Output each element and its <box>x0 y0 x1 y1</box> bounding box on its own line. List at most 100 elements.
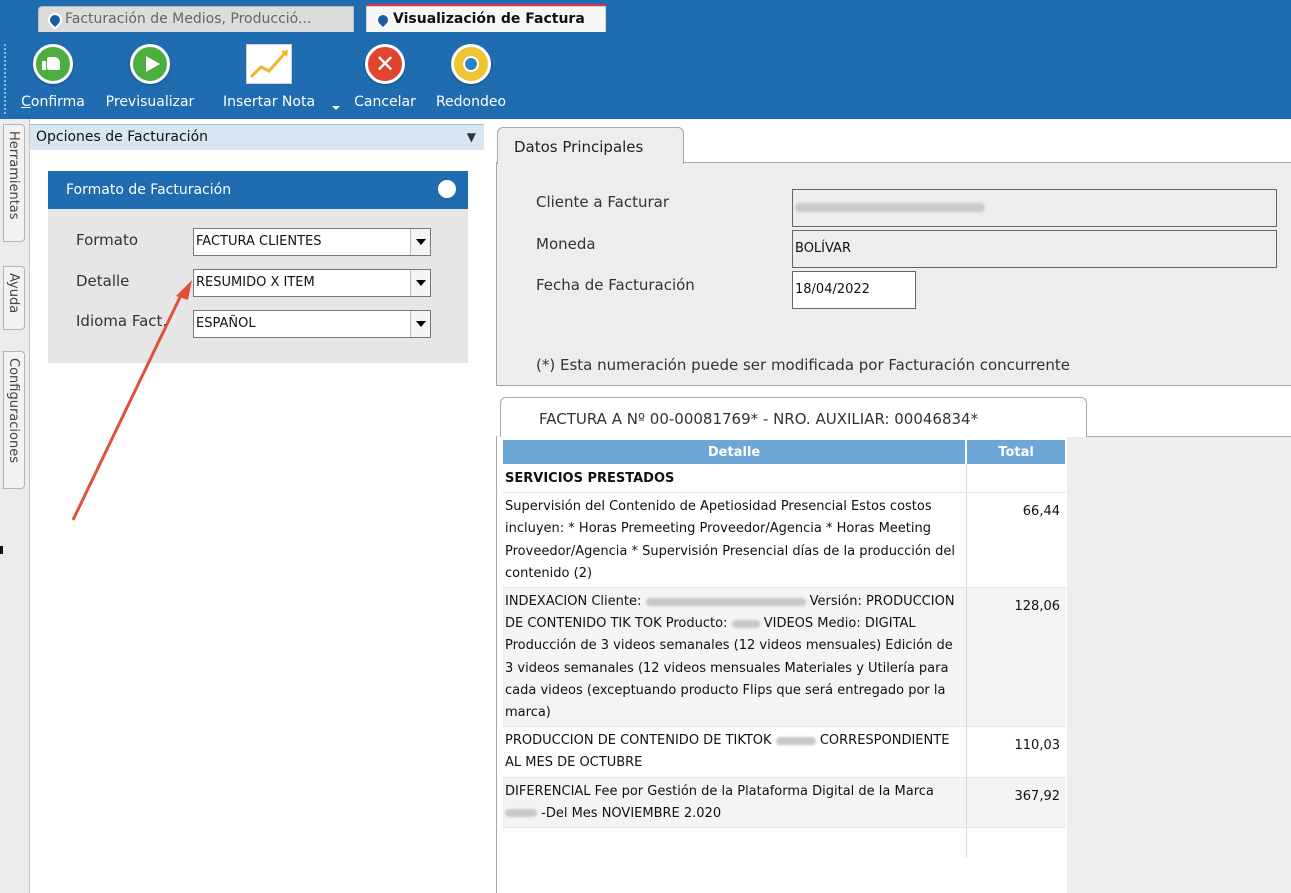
detail-cell: PRODUCCION DE CONTENIDO DE TIKTOK CORRES… <box>503 726 967 778</box>
tab-facturacion-medios[interactable]: Facturación de Medios, Producció... <box>38 6 354 32</box>
formato-value: FACTURA CLIENTES <box>196 234 322 249</box>
cancelar-button[interactable]: ✕ Cancelar <box>350 44 420 110</box>
thumbs-up-icon <box>33 44 73 84</box>
section-row: SERVICIOS PRESTADOS <box>503 464 1066 494</box>
total-cell: 66,44 <box>965 492 1066 589</box>
detail-text: DIFERENCIAL Fee por Gestión de la Plataf… <box>505 783 934 799</box>
invoice-empty-area <box>1067 437 1291 893</box>
detail-cell <box>503 827 967 858</box>
side-tab-label: Herramientas <box>6 131 21 220</box>
chevron-down-icon[interactable] <box>410 270 430 296</box>
tab-label: FACTURA A Nº 00-00081769* - NRO. AUXILIA… <box>539 410 979 428</box>
chevron-down-icon[interactable] <box>410 229 430 255</box>
detail-cell: INDEXACION Cliente: Versión: PRODUCCION … <box>503 587 967 728</box>
side-tab-label: Ayuda <box>6 273 21 314</box>
redacted-text <box>645 597 806 606</box>
document-tab-strip: Facturación de Medios, Producció... Visu… <box>0 0 1291 33</box>
side-tab-label: Configuraciones <box>6 358 21 463</box>
idioma-select[interactable]: ESPAÑOL <box>193 310 431 338</box>
trend-chart-icon <box>246 44 292 84</box>
total-cell: 110,03 <box>965 726 1066 778</box>
collapse-toggle-icon[interactable] <box>438 180 456 198</box>
previsualizar-label: Previsualizar <box>105 94 195 110</box>
idioma-value: ESPAÑOL <box>196 316 256 331</box>
insertar-nota-button[interactable]: Insertar Nota <box>223 44 315 110</box>
tab-visualizacion-factura[interactable]: Visualización de Factura <box>366 6 606 32</box>
divider <box>496 436 502 893</box>
detail-text: PRODUCCION DE CONTENIDO DE TIKTOK <box>505 733 772 749</box>
cliente-label: Cliente a Facturar <box>536 193 669 211</box>
tab-label: Visualización de Factura <box>393 11 585 27</box>
coins-icon <box>451 44 491 84</box>
formato-label: Formato <box>76 231 139 249</box>
detalle-value: RESUMIDO X ITEM <box>196 275 315 290</box>
cliente-field[interactable] <box>792 189 1277 227</box>
table-row[interactable]: INDEXACION Cliente: Versión: PRODUCCION … <box>503 587 1066 728</box>
total-cell: 128,06 <box>965 587 1066 728</box>
column-header-total[interactable]: Total <box>966 440 1067 464</box>
formato-facturacion-group: Formato de Facturación Formato FACTURA C… <box>48 171 468 363</box>
side-tab-strip: Herramientas Ayuda Configuraciones <box>0 119 30 893</box>
chevron-down-icon[interactable] <box>410 311 430 337</box>
tab-datos-principales[interactable]: Datos Principales <box>497 127 684 164</box>
opciones-facturacion-panel: Opciones de Facturación ▼ Formato de Fac… <box>30 119 484 893</box>
edge-mark <box>0 546 3 554</box>
tab-label: Facturación de Medios, Producció... <box>65 11 312 27</box>
location-pin-icon <box>373 10 393 30</box>
panel-header: Opciones de Facturación ▼ <box>30 124 484 150</box>
table-row <box>503 827 1066 858</box>
previsualizar-button[interactable]: Previsualizar <box>106 44 194 110</box>
numeracion-note: (*) Esta numeración puede ser modificada… <box>536 356 1070 374</box>
table-header-row: Detalle Total <box>503 440 1067 464</box>
redacted-text <box>731 619 760 628</box>
fecha-field[interactable]: 18/04/2022 <box>792 271 916 309</box>
invoice-table: Detalle Total SERVICIOS PRESTADOS Superv… <box>503 440 1067 858</box>
detail-cell: DIFERENCIAL Fee por Gestión de la Plataf… <box>503 777 967 829</box>
side-tab-configuraciones[interactable]: Configuraciones <box>3 351 25 489</box>
play-icon <box>130 44 170 84</box>
detail-text: -Del Mes NOVIEMBRE 2.020 <box>541 805 722 821</box>
insertar-nota-dropdown-icon[interactable] <box>332 106 340 110</box>
side-tab-ayuda[interactable]: Ayuda <box>3 266 25 330</box>
total-cell: 367,92 <box>965 777 1066 829</box>
formato-select[interactable]: FACTURA CLIENTES <box>193 228 431 256</box>
group-title: Formato de Facturación <box>66 182 232 198</box>
datos-principales-panel: Cliente a Facturar Moneda BOLÍVAR Fecha … <box>496 162 1291 386</box>
redondeo-label: Redondeo <box>435 94 507 110</box>
close-icon: ✕ <box>365 44 405 84</box>
section-total-cell <box>965 464 1066 494</box>
moneda-label: Moneda <box>536 235 596 253</box>
redacted-text <box>505 809 537 818</box>
location-pin-icon <box>45 10 65 30</box>
table-row[interactable]: Supervisión del Contenido de Apetiosidad… <box>503 492 1066 589</box>
redacted-client-name <box>795 203 985 212</box>
total-cell <box>965 827 1066 858</box>
insertar-nota-label: Insertar Nota <box>222 94 316 110</box>
moneda-field[interactable]: BOLÍVAR <box>792 230 1277 268</box>
ribbon-toolbar: Confirma Previsualizar Insertar Nota ✕ C… <box>0 33 1291 119</box>
tab-factura[interactable]: FACTURA A Nº 00-00081769* - NRO. AUXILIA… <box>500 397 1087 437</box>
cancelar-label: Cancelar <box>354 94 416 110</box>
idioma-label: Idioma Fact. <box>76 312 168 330</box>
confirma-button[interactable]: Confirma <box>21 44 85 110</box>
section-title: SERVICIOS PRESTADOS <box>503 464 967 494</box>
detalle-select[interactable]: RESUMIDO X ITEM <box>193 269 431 297</box>
side-tab-herramientas[interactable]: Herramientas <box>3 124 25 242</box>
group-header[interactable]: Formato de Facturación <box>48 171 468 209</box>
fecha-value: 18/04/2022 <box>795 282 870 297</box>
toolbar-grip[interactable] <box>4 44 7 114</box>
column-header-detalle[interactable]: Detalle <box>503 440 968 464</box>
redondeo-button[interactable]: Redondeo <box>434 44 508 110</box>
tab-label: Datos Principales <box>514 138 644 156</box>
detail-text: VIDEOS Medio: DIGITAL Producción de 3 vi… <box>505 616 953 721</box>
detail-cell: Supervisión del Contenido de Apetiosidad… <box>503 492 967 589</box>
confirma-label: Confirma <box>21 94 85 110</box>
table-row[interactable]: DIFERENCIAL Fee por Gestión de la Plataf… <box>503 777 1066 829</box>
redacted-text <box>775 736 816 745</box>
moneda-value: BOLÍVAR <box>795 241 851 256</box>
fecha-label: Fecha de Facturación <box>536 276 695 294</box>
detail-text: INDEXACION Cliente: <box>505 594 642 610</box>
detalle-label: Detalle <box>76 272 130 290</box>
table-row[interactable]: PRODUCCION DE CONTENIDO DE TIKTOK CORRES… <box>503 726 1066 778</box>
pin-icon[interactable]: ▼ <box>467 125 476 149</box>
